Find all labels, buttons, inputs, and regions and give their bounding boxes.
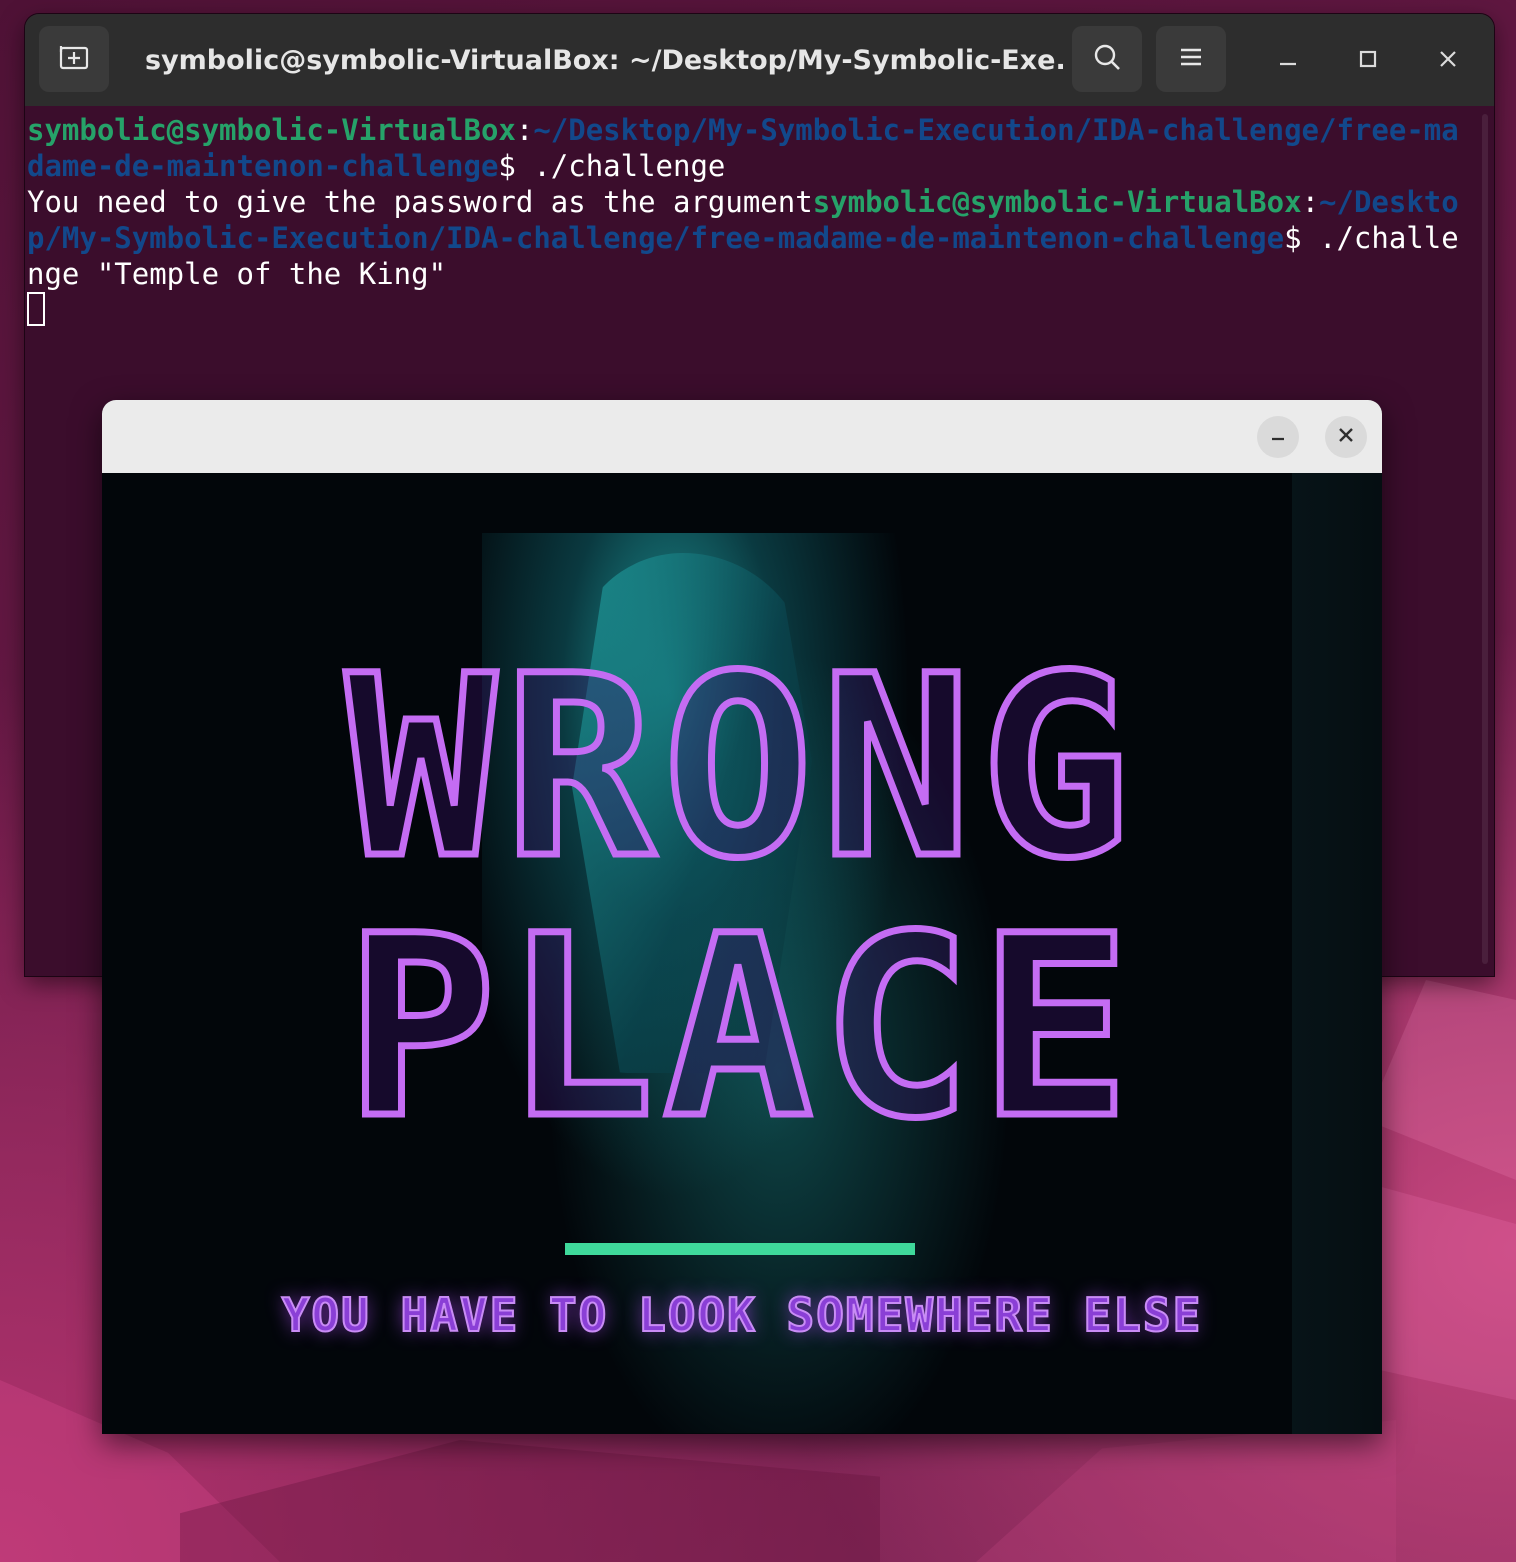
search-button[interactable] [1072, 26, 1142, 92]
popup-window[interactable]: WRONG PLACE YOU HAVE TO LOOK SOMEWHERE E… [102, 400, 1382, 1434]
subtitle-text: YOU HAVE TO LOOK SOMEWHERE ELSE [281, 1287, 1203, 1343]
prompt-colon: : [1301, 185, 1320, 219]
maximize-icon [1358, 49, 1378, 73]
minimize-button[interactable] [1263, 36, 1313, 86]
popup-minimize-button[interactable] [1257, 416, 1299, 458]
wallpaper-facet [180, 1440, 880, 1562]
terminal-title: symbolic@symbolic-VirtualBox: ~/Desktop/… [145, 44, 1065, 76]
search-icon [1092, 42, 1122, 76]
wrong-place-image: WRONG PLACE YOU HAVE TO LOOK SOMEWHERE E… [102, 473, 1382, 1434]
prompt-user: symbolic@symbolic-VirtualBox [812, 185, 1302, 219]
program-output: You need to give the password as the arg… [27, 185, 813, 219]
wallpaper-facet [976, 1420, 1396, 1562]
close-icon [1337, 426, 1355, 448]
terminal-scrollbar[interactable] [1482, 114, 1488, 964]
minimize-icon [1269, 426, 1287, 448]
popup-header-bar[interactable] [102, 400, 1382, 473]
maximize-button[interactable] [1343, 36, 1393, 86]
terminal-output[interactable]: symbolic@symbolic-VirtualBox:~/Desktop/M… [27, 112, 1472, 328]
popup-close-button[interactable] [1325, 416, 1367, 458]
wallpaper-facet [1366, 980, 1516, 1180]
minimize-icon [1278, 49, 1298, 73]
close-icon [1438, 49, 1458, 73]
new-tab-icon [58, 42, 90, 76]
headline-place: PLACE [342, 882, 1139, 1173]
command-text: $ ./challenge [498, 149, 726, 183]
new-tab-button[interactable] [39, 26, 109, 92]
terminal-header-bar[interactable]: symbolic@symbolic-VirtualBox: ~/Desktop/… [25, 14, 1494, 106]
prompt-colon: : [515, 113, 534, 147]
accent-bar [565, 1243, 915, 1255]
text-cursor [27, 292, 45, 326]
close-button[interactable] [1423, 36, 1473, 86]
prompt-user: symbolic@symbolic-VirtualBox [27, 113, 516, 147]
menu-button[interactable] [1156, 26, 1226, 92]
hamburger-menu-icon [1178, 45, 1204, 73]
headline-wrong: WRONG [342, 622, 1139, 913]
